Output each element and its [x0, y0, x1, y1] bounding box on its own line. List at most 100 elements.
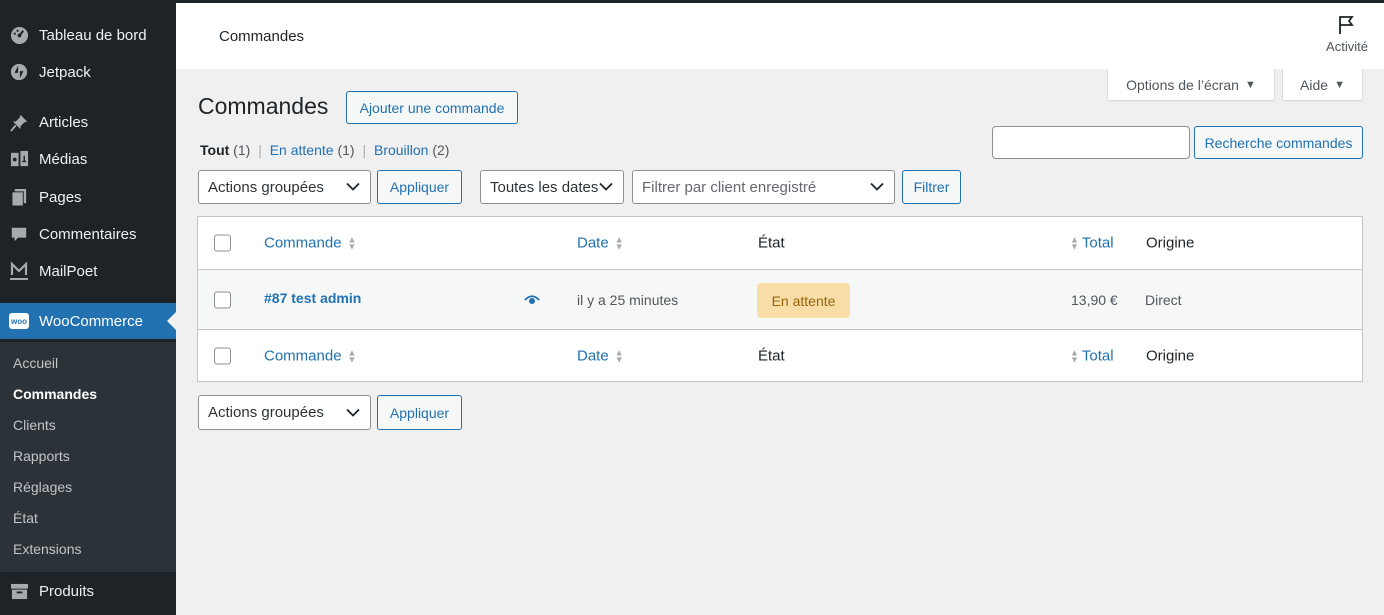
column-date-footer[interactable]: Date ▲ ▼ [577, 348, 624, 365]
sidebar-item-label: Commentaires [39, 225, 137, 243]
column-order-label: Commande [264, 234, 342, 252]
sidebar-item-label: MailPoet [39, 262, 98, 280]
activity-label: Activité [1326, 39, 1368, 54]
select-all-checkbox-footer[interactable] [214, 347, 231, 365]
pin-icon [9, 112, 29, 132]
row-checkbox[interactable] [214, 291, 231, 308]
flag-icon [1339, 16, 1354, 34]
triangle-down-icon: ▼ [1244, 78, 1256, 91]
search-input[interactable] [992, 126, 1190, 159]
filter-pending-link[interactable]: En attente [270, 142, 334, 158]
order-total: 13,90 € [1071, 291, 1118, 308]
apply-button-bottom[interactable]: Appliquer [377, 395, 462, 430]
column-origin-header: Origine [1146, 234, 1195, 252]
column-date-label: Date [577, 234, 609, 252]
sidebar-item-products[interactable]: Produits [0, 573, 176, 609]
page-title: Commandes [198, 93, 329, 119]
sort-icon: ▲ ▼ [614, 234, 624, 251]
table-footer-row: Commande ▲ ▼ Date ▲ ▼ État ▲ ▼ Total Origin… [198, 330, 1362, 382]
filter-button[interactable]: Filtrer [902, 170, 961, 204]
sidebar-item-media[interactable]: Médias [0, 141, 176, 177]
submenu-item-accueil[interactable]: Accueil [13, 355, 58, 371]
date-filter-select[interactable]: Toutes les dates [480, 170, 624, 204]
woocommerce-submenu: Accueil Commandes Clients Rapports Régla… [0, 342, 176, 572]
filter-all-count: (1) [233, 142, 251, 158]
help-label: Aide [1300, 76, 1329, 93]
sidebar-item-label: WooCommerce [39, 312, 143, 330]
eye-icon[interactable] [524, 294, 540, 305]
screen-options-button[interactable]: Options de l’écran ▼ [1107, 69, 1275, 101]
admin-sidebar: Tableau de bord Jetpack Articles Médias … [0, 0, 176, 615]
customer-filter-placeholder: Filtrer par client enregistré [642, 178, 817, 196]
order-origin: Direct [1145, 291, 1182, 308]
mailpoet-icon [9, 261, 29, 281]
chevron-down-icon [599, 182, 613, 191]
sidebar-item-mailpoet[interactable]: MailPoet [0, 253, 176, 289]
search-orders-button[interactable]: Recherche commandes [1194, 126, 1363, 159]
sort-icon: ▲ ▼ [347, 234, 357, 251]
order-date: il y a 25 minutes [577, 291, 679, 308]
help-button[interactable]: Aide ▼ [1282, 69, 1363, 101]
sidebar-item-label: Tableau de bord [39, 26, 147, 44]
bulk-actions-select[interactable]: Actions groupées [198, 170, 371, 204]
sidebar-item-label: Jetpack [39, 63, 91, 81]
header-title: Commandes [219, 28, 305, 45]
dashboard-icon [9, 25, 29, 45]
triangle-down-icon: ▼ [1334, 78, 1345, 91]
submenu-item-commandes[interactable]: Commandes [13, 386, 97, 402]
column-order-header[interactable]: Commande ▲ ▼ [264, 235, 356, 252]
select-all-checkbox[interactable] [214, 234, 231, 252]
column-total-footer[interactable]: ▲ ▼ Total [1070, 348, 1114, 365]
submenu-item-clients[interactable]: Clients [13, 417, 56, 433]
sidebar-item-pages[interactable]: Pages [0, 179, 176, 215]
filter-all-link[interactable]: Tout [200, 142, 229, 158]
status-badge: En attente [757, 283, 850, 318]
submenu-item-reglages[interactable]: Réglages [13, 479, 72, 495]
column-order-label: Commande [264, 347, 342, 365]
chevron-down-icon [870, 182, 884, 191]
sort-icon: ▲ ▼ [1070, 347, 1079, 364]
filter-draft-link[interactable]: Brouillon [374, 142, 428, 158]
pages-icon [9, 187, 29, 207]
submenu-item-extensions[interactable]: Extensions [13, 541, 81, 557]
column-date-header[interactable]: Date ▲ ▼ [577, 235, 624, 252]
orders-table: Commande ▲ ▼ Date ▲ ▼ État ▲ ▼ Total Origin… [197, 216, 1363, 382]
submenu-item-etat[interactable]: État [13, 510, 38, 526]
customer-filter-select[interactable]: Filtrer par client enregistré [632, 170, 895, 204]
add-order-button[interactable]: Ajouter une commande [346, 91, 518, 124]
filter-pending-count: (1) [337, 142, 355, 158]
media-icon [9, 149, 29, 169]
order-link[interactable]: #87 test admin [264, 290, 361, 306]
sidebar-item-woocommerce[interactable]: woo WooCommerce [0, 303, 176, 339]
filter-draft-count: (2) [432, 142, 450, 158]
column-total-label: Total [1081, 234, 1114, 252]
sidebar-item-label: Pages [39, 188, 82, 206]
bulk-actions-value: Actions groupées [208, 178, 324, 196]
column-origin-footer: Origine [1146, 347, 1195, 365]
filter-separator: | [258, 142, 262, 158]
comments-icon [9, 224, 29, 244]
table-row[interactable]: #87 test admin il y a 25 minutes En atte… [198, 270, 1362, 330]
sort-icon: ▲ ▼ [1070, 234, 1079, 251]
table-header-row: Commande ▲ ▼ Date ▲ ▼ État ▲ ▼ Total Origin… [198, 217, 1362, 270]
bulk-actions-value: Actions groupées [208, 404, 324, 421]
screen-options-label: Options de l’écran [1126, 76, 1239, 93]
column-total-label: Total [1081, 347, 1114, 365]
chevron-down-icon [346, 408, 360, 417]
sidebar-item-dashboard[interactable]: Tableau de bord [0, 17, 176, 53]
bulk-actions-select-bottom[interactable]: Actions groupées [198, 395, 371, 430]
date-filter-value: Toutes les dates [490, 178, 599, 196]
status-filter-links: Tout (1) | En attente (1) | Brouillon (2… [200, 142, 449, 158]
column-total-header[interactable]: ▲ ▼ Total [1070, 235, 1114, 252]
sidebar-item-articles[interactable]: Articles [0, 104, 176, 140]
sidebar-item-comments[interactable]: Commentaires [0, 216, 176, 252]
column-order-footer[interactable]: Commande ▲ ▼ [264, 348, 356, 365]
column-status-header: État [758, 234, 785, 252]
activity-button[interactable]: Activité [1322, 15, 1372, 54]
apply-button[interactable]: Appliquer [377, 170, 462, 204]
submenu-item-rapports[interactable]: Rapports [13, 448, 70, 464]
sort-icon: ▲ ▼ [614, 347, 624, 364]
products-icon [9, 581, 29, 601]
woocommerce-header: Commandes Activité [176, 0, 1384, 69]
sidebar-item-jetpack[interactable]: Jetpack [0, 54, 176, 90]
